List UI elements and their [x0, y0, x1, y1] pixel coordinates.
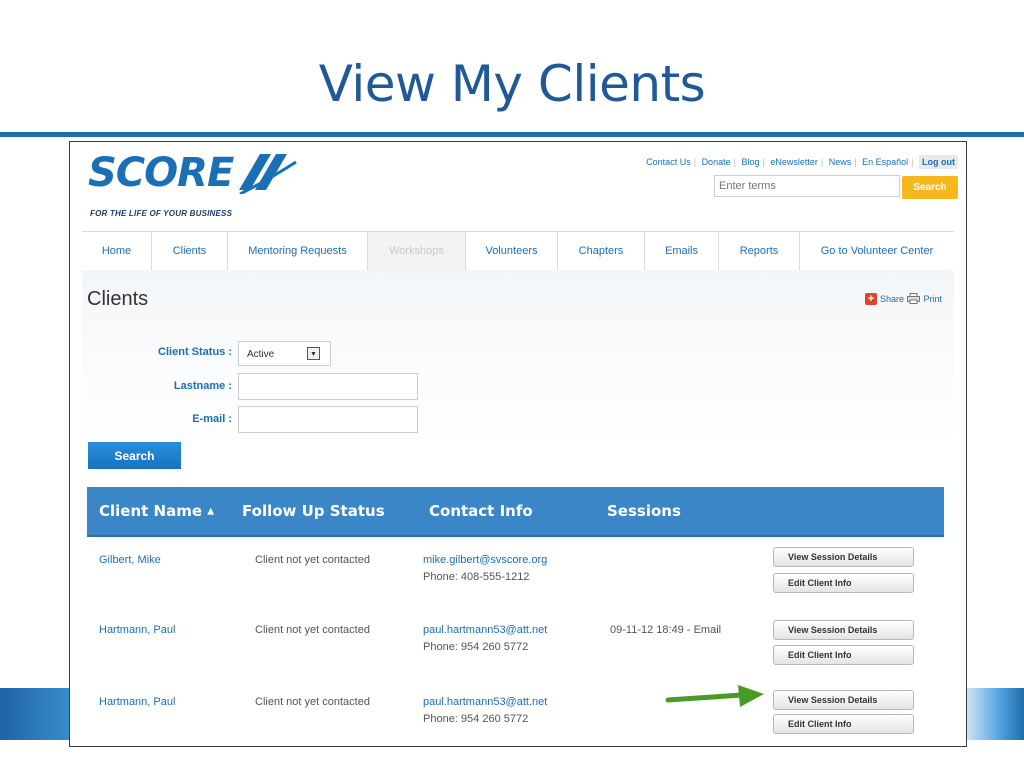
- browser-screenshot: SCORE FOR THE LIFE OF YOUR BUSINESS Cont…: [69, 141, 967, 747]
- blog-link[interactable]: Blog: [741, 157, 759, 167]
- espanol-link[interactable]: En Español: [862, 157, 908, 167]
- table-row: Gilbert, Mike Client not yet contacted m…: [87, 547, 944, 619]
- nav-emails[interactable]: Emails: [645, 232, 719, 270]
- col-sessions: Sessions: [607, 502, 681, 520]
- sessions-info: 09-11-12 18:49 - Email: [610, 624, 722, 636]
- follow-up-status: Client not yet contacted: [255, 554, 370, 566]
- score-logo[interactable]: SCORE: [88, 150, 297, 196]
- nav-volunteer-center[interactable]: Go to Volunteer Center: [800, 232, 954, 270]
- client-email-link[interactable]: mike.gilbert@svscore.org: [423, 552, 547, 569]
- page-title: Clients: [87, 288, 149, 310]
- enewsletter-link[interactable]: eNewsletter: [770, 157, 818, 167]
- share-plus-icon: +: [864, 293, 877, 305]
- site-search-button[interactable]: Search: [902, 176, 958, 199]
- view-session-details-button[interactable]: View Session Details: [773, 547, 914, 567]
- clients-table-header: Client Name ▲ Follow Up Status Contact I…: [87, 487, 944, 537]
- nav-clients[interactable]: Clients: [152, 232, 228, 270]
- nav-workshops: Workshops: [368, 232, 466, 270]
- lastname-input[interactable]: [238, 373, 418, 400]
- client-status-value: Active: [247, 349, 275, 360]
- client-phone: Phone: 408-555-1212: [423, 571, 530, 583]
- green-arrow-icon: [665, 685, 764, 707]
- logo-wordmark: SCORE: [88, 150, 234, 196]
- decorative-band-left: [0, 688, 75, 740]
- share-label: Share: [879, 294, 904, 304]
- site-search-input[interactable]: [714, 175, 900, 197]
- utility-links: Contact Us | Donate | Blog | eNewsletter | N…: [646, 155, 958, 169]
- main-content: Clients + Share Print Client Status : Ac…: [82, 270, 954, 746]
- title-divider: [0, 132, 1024, 137]
- logo-slashes-icon: [239, 154, 297, 194]
- client-phone: Phone: 954 260 5772: [423, 713, 529, 725]
- nav-home[interactable]: Home: [82, 232, 152, 270]
- share-link[interactable]: + Share: [864, 293, 904, 305]
- nav-chapters[interactable]: Chapters: [558, 232, 645, 270]
- col-client-name[interactable]: Client Name ▲: [99, 502, 214, 520]
- email-label: E-mail :: [192, 413, 232, 425]
- print-link[interactable]: Print: [907, 293, 942, 304]
- print-label: Print: [923, 293, 942, 304]
- printer-icon: [907, 293, 921, 304]
- client-name-link[interactable]: Gilbert, Mike: [99, 552, 161, 569]
- edit-client-info-button[interactable]: Edit Client Info: [773, 714, 914, 734]
- edit-client-info-button[interactable]: Edit Client Info: [773, 645, 914, 665]
- slide-title: View My Clients: [318, 55, 706, 113]
- client-status-select[interactable]: Active ▼: [238, 341, 331, 366]
- logo-tagline: FOR THE LIFE OF YOUR BUSINESS: [90, 209, 233, 218]
- client-name-link[interactable]: Hartmann, Paul: [99, 694, 175, 711]
- dropdown-arrow-icon: ▼: [307, 347, 320, 360]
- client-name-link[interactable]: Hartmann, Paul: [99, 622, 175, 639]
- nav-volunteers[interactable]: Volunteers: [466, 232, 558, 270]
- table-row: Hartmann, Paul Client not yet contacted …: [87, 690, 944, 746]
- follow-up-status: Client not yet contacted: [255, 696, 370, 708]
- col-contact-info: Contact Info: [429, 502, 533, 520]
- nav-mentoring-requests[interactable]: Mentoring Requests: [228, 232, 368, 270]
- news-link[interactable]: News: [829, 157, 852, 167]
- edit-client-info-button[interactable]: Edit Client Info: [773, 573, 914, 593]
- donate-link[interactable]: Donate: [702, 157, 731, 167]
- client-search-button[interactable]: Search: [88, 442, 181, 469]
- decorative-band-right: [966, 688, 1024, 740]
- view-session-details-button[interactable]: View Session Details: [773, 690, 914, 710]
- col-follow-up-status: Follow Up Status: [242, 502, 385, 520]
- client-status-label: Client Status :: [158, 346, 232, 358]
- view-session-details-button[interactable]: View Session Details: [773, 620, 914, 640]
- follow-up-status: Client not yet contacted: [255, 624, 370, 636]
- client-phone: Phone: 954 260 5772: [423, 641, 529, 653]
- contact-us-link[interactable]: Contact Us: [646, 157, 691, 167]
- client-email-link[interactable]: paul.hartmann53@att.net: [423, 694, 547, 711]
- client-email-link[interactable]: paul.hartmann53@att.net: [423, 622, 547, 639]
- lastname-label: Lastname :: [173, 380, 232, 392]
- main-nav: Home Clients Mentoring Requests Workshop…: [82, 231, 954, 271]
- sort-ascending-icon: ▲: [207, 506, 215, 517]
- nav-reports[interactable]: Reports: [719, 232, 800, 270]
- logout-link[interactable]: Log out: [919, 155, 958, 169]
- table-row: Hartmann, Paul Client not yet contacted …: [87, 620, 944, 692]
- email-input[interactable]: [238, 406, 418, 433]
